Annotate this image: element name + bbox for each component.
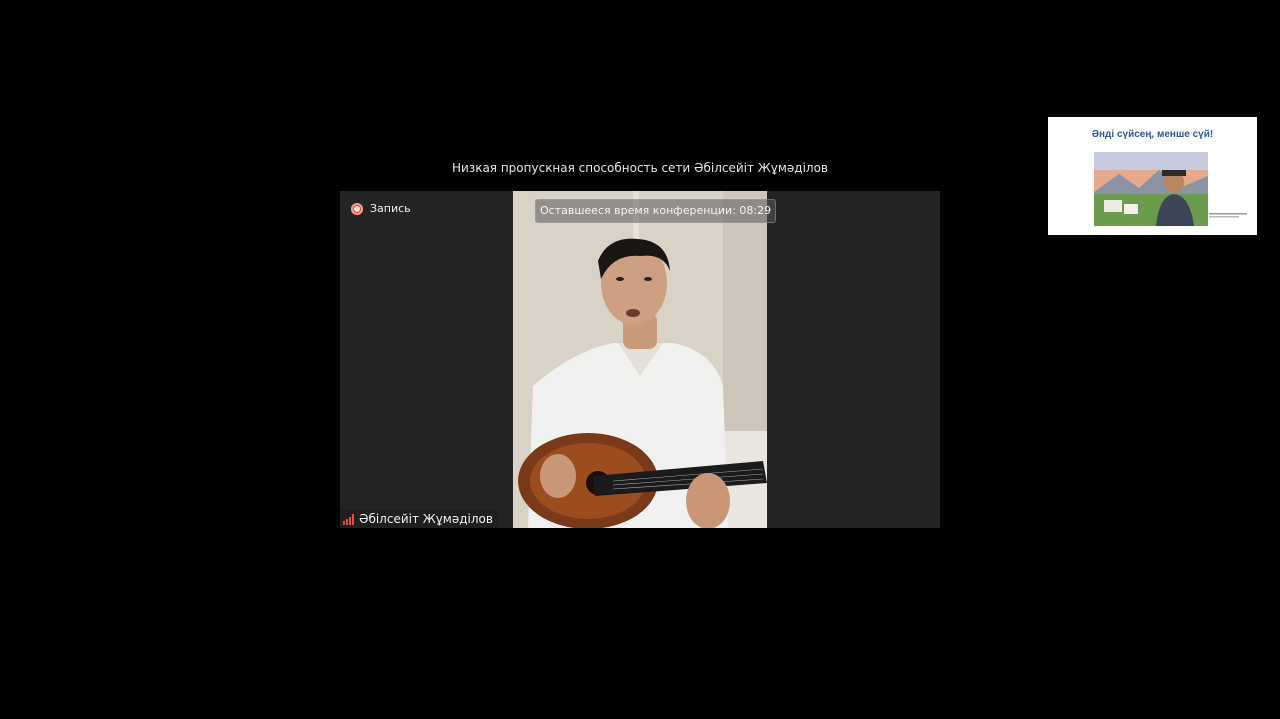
video-frame-image: [513, 191, 767, 528]
slide-title: Әнді сүйсең, менше сүй!: [1091, 129, 1214, 140]
participant-video-feed: [513, 191, 767, 528]
active-speaker-video-tile[interactable]: Запись Оставшееся время конференции: 08:…: [340, 191, 940, 528]
slide-caption-text: [1209, 213, 1247, 218]
shared-screen-thumbnail[interactable]: Әнді сүйсең, менше сүй!: [1048, 117, 1257, 235]
slide-landscape-image: [1094, 152, 1208, 226]
meeting-time-remaining: Оставшееся время конференции: 08:29: [535, 199, 777, 223]
meeting-stage: Низкая пропускная способность сети Әбілс…: [0, 0, 1280, 719]
recording-icon: [351, 202, 363, 215]
recording-indicator: Запись: [351, 202, 411, 215]
signal-bars-icon: [343, 513, 354, 525]
recording-label: Запись: [370, 202, 411, 215]
participant-name-tag: Әбілсейіт Жұмәділов: [340, 510, 498, 528]
participant-name: Әбілсейіт Жұмәділов: [359, 512, 493, 526]
